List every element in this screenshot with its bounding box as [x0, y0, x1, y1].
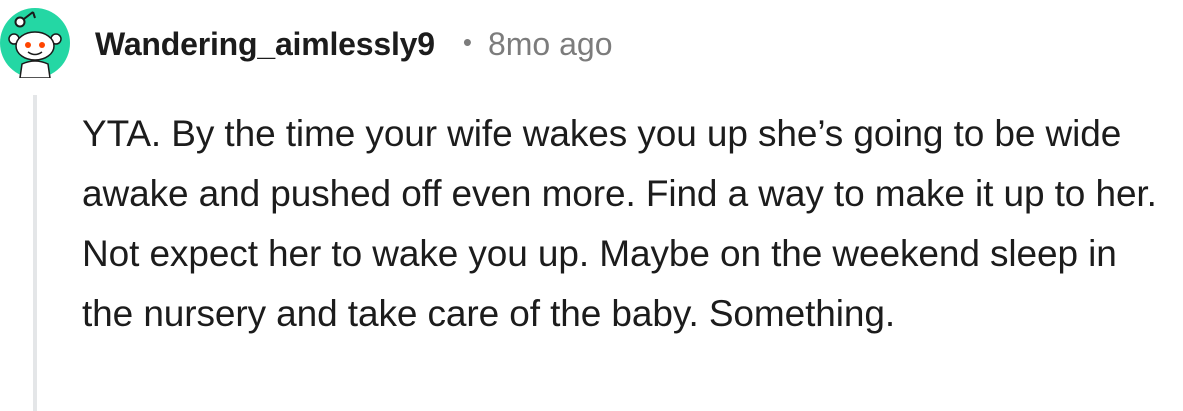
snoo-avatar-icon — [0, 8, 70, 79]
comment-header: Wandering_aimlessly9 • 8mo ago — [95, 20, 613, 68]
comment-body: YTA. By the time your wife wakes you up … — [82, 113, 1157, 334]
timestamp[interactable]: 8mo ago — [488, 26, 613, 63]
thread-line[interactable] — [33, 95, 37, 411]
username-link[interactable]: Wandering_aimlessly9 — [95, 26, 435, 63]
avatar[interactable] — [0, 2, 70, 79]
comment: Wandering_aimlessly9 • 8mo ago YTA. By t… — [0, 0, 1183, 411]
separator-dot: • — [462, 26, 472, 57]
